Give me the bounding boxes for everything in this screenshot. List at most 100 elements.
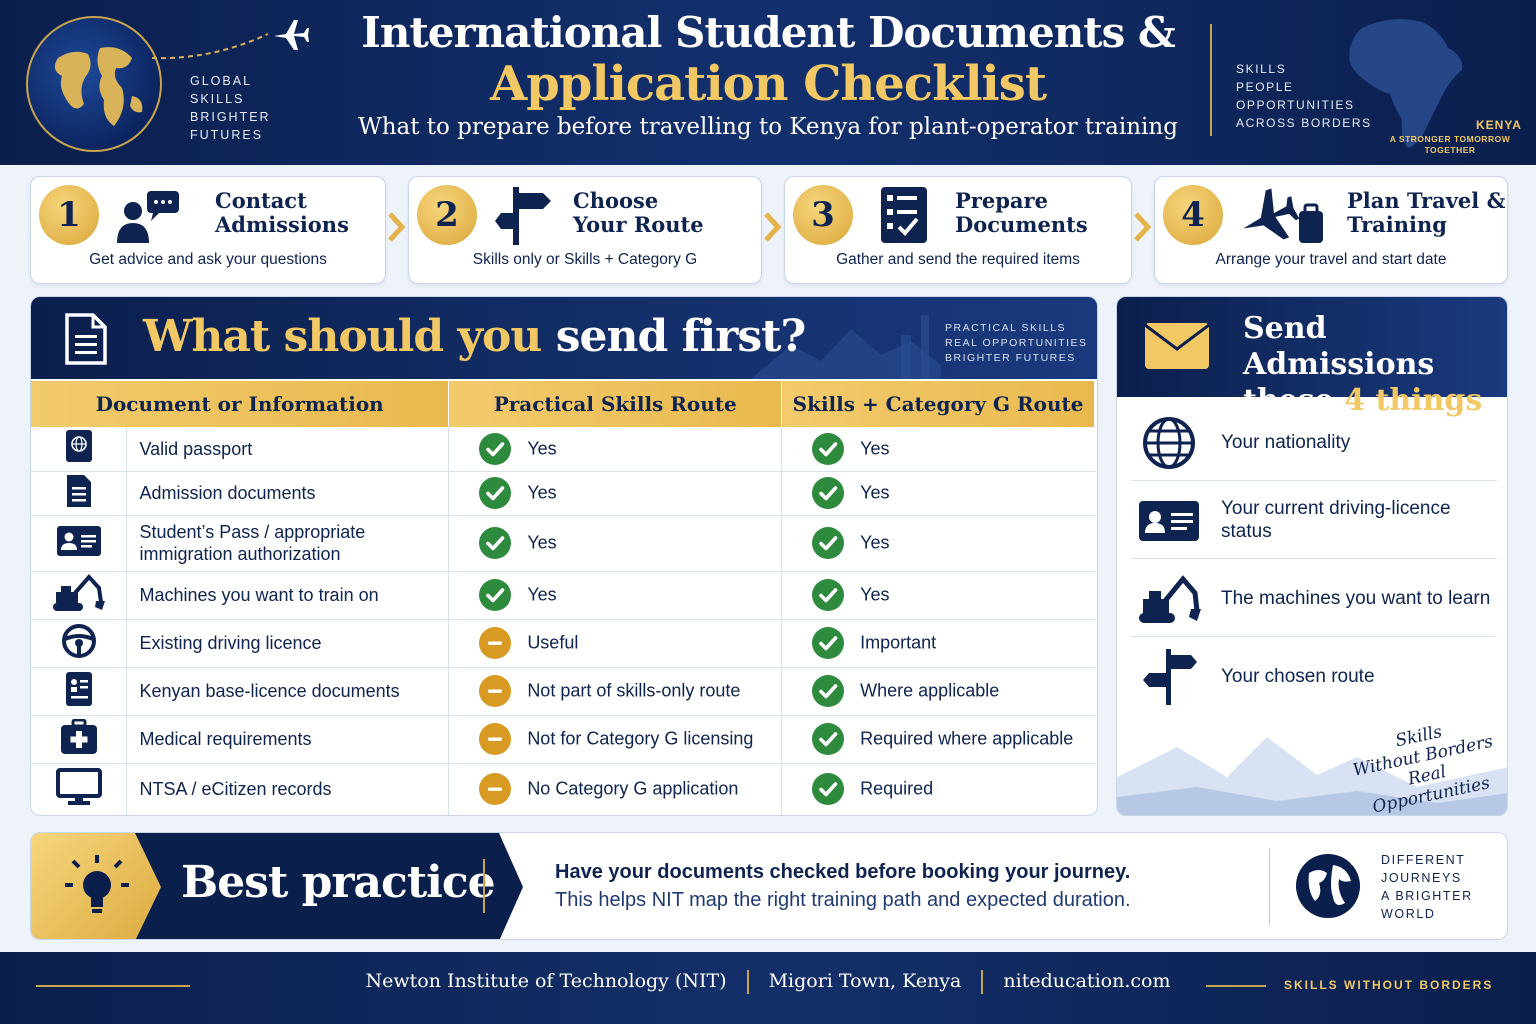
document-name: Existing driving licence bbox=[126, 619, 450, 668]
documents-table: Document or Information Practical Skills… bbox=[31, 381, 1095, 815]
check-icon bbox=[812, 579, 845, 611]
minus-icon bbox=[479, 627, 512, 659]
column-header-document: Document or Information bbox=[31, 381, 450, 427]
status-text: Required where applicable bbox=[860, 728, 1074, 749]
table-row: Student’s Pass / appropriate immigration… bbox=[31, 515, 1095, 572]
step-title: Choose Your Route bbox=[573, 188, 704, 237]
document-icon bbox=[65, 313, 107, 365]
table-row: Admission documents Yes Yes bbox=[31, 471, 1095, 516]
documents-panel-tagline: PRACTICAL SKILLS REAL OPPORTUNITIES BRIG… bbox=[945, 322, 1088, 364]
page-subtitle: What to prepare before travelling to Ken… bbox=[358, 114, 1178, 140]
minus-icon bbox=[479, 773, 512, 805]
kenya-label: KENYA bbox=[1476, 118, 1522, 132]
documents-panel-header: What should you send first? PRACTICAL SK… bbox=[31, 297, 1097, 379]
step-number: 1 bbox=[39, 185, 99, 245]
document-name: Machines you want to train on bbox=[126, 571, 450, 620]
lightbulb-icon bbox=[65, 855, 129, 913]
column-header-skills-route: Practical Skills Route bbox=[448, 381, 783, 427]
checklist-icon bbox=[867, 185, 937, 245]
check-icon bbox=[479, 527, 512, 559]
status-text: Not for Category G licensing bbox=[527, 728, 754, 749]
globe-icon bbox=[1143, 417, 1195, 469]
best-practice-line1: Have your documents checked before booki… bbox=[555, 861, 1131, 883]
best-practice-banner: Best practice Have your documents checke… bbox=[30, 832, 1508, 940]
check-icon bbox=[812, 723, 845, 755]
step-description: Get advice and ask your questions bbox=[89, 251, 327, 268]
footer-institution: Newton Institute of Technology (NIT) bbox=[365, 970, 727, 992]
status-text: No Category G application bbox=[527, 778, 739, 799]
signpost-icon bbox=[491, 185, 561, 245]
footer: Newton Institute of Technology (NIT) Migo… bbox=[0, 952, 1536, 1024]
footer-location: Migori Town, Kenya bbox=[768, 970, 962, 992]
document-name: Kenyan base-licence documents bbox=[126, 667, 450, 716]
check-icon bbox=[812, 773, 845, 805]
licence-doc-icon bbox=[31, 667, 128, 716]
check-icon bbox=[479, 477, 512, 509]
table-row: Valid passport Yes Yes bbox=[31, 427, 1095, 472]
footer-tagline: SKILLS WITHOUT BORDERS bbox=[1284, 978, 1494, 992]
status-text: Yes bbox=[527, 482, 557, 503]
monitor-icon bbox=[31, 763, 128, 815]
step-description: Gather and send the required items bbox=[836, 251, 1080, 268]
header-banner: GLOBAL SKILLS BRIGHTER FUTURES Internati… bbox=[0, 0, 1536, 165]
globe-icon bbox=[1296, 854, 1360, 918]
page-title-line2: Application Checklist bbox=[490, 56, 1047, 112]
footer-website-link[interactable]: niteducation.com bbox=[1003, 970, 1170, 992]
envelope-icon bbox=[1144, 323, 1210, 369]
best-practice-title: Best practice bbox=[181, 857, 496, 908]
document-name: Medical requirements bbox=[126, 715, 450, 764]
status-text: Where applicable bbox=[860, 680, 1000, 701]
step-card-1: 1 Contact Admissions Get advice and ask y… bbox=[30, 176, 386, 284]
id-card-icon bbox=[31, 515, 128, 572]
kenya-tagline: A STRONGER TOMORROW TOGETHER bbox=[1389, 134, 1511, 155]
signpost-icon bbox=[1143, 649, 1197, 705]
check-icon bbox=[812, 675, 845, 707]
admissions-panel-header: Send Admissions these 4 things bbox=[1117, 297, 1507, 418]
chat-person-icon bbox=[113, 185, 183, 245]
document-icon bbox=[31, 471, 128, 516]
status-text: Yes bbox=[860, 482, 890, 503]
document-name: NTSA / eCitizen records bbox=[126, 763, 450, 815]
chevron-right-icon bbox=[1134, 212, 1152, 242]
admissions-item: Your nationality bbox=[1131, 403, 1497, 481]
status-text: Yes bbox=[527, 584, 557, 605]
step-description: Arrange your travel and start date bbox=[1215, 251, 1447, 268]
excavator-icon bbox=[1139, 575, 1201, 623]
check-icon bbox=[812, 432, 845, 465]
globe-icon bbox=[26, 16, 162, 152]
status-text: Required bbox=[860, 778, 934, 799]
admissions-item: Your chosen route bbox=[1131, 637, 1497, 715]
document-name: Student’s Pass / appropriate immigration… bbox=[126, 515, 450, 572]
step-number: 2 bbox=[417, 185, 477, 245]
passport-icon bbox=[31, 427, 128, 472]
table-row: NTSA / eCitizen records No Category G app… bbox=[31, 763, 1095, 815]
check-icon bbox=[812, 627, 845, 659]
step-card-3: 3 Prepare Documents Gather and send the r… bbox=[784, 176, 1132, 284]
check-icon bbox=[479, 579, 512, 611]
status-text: Yes bbox=[860, 584, 890, 605]
table-row: Medical requirements Not for Category G l… bbox=[31, 715, 1095, 764]
step-number: 3 bbox=[793, 185, 853, 245]
status-text: Yes bbox=[527, 532, 557, 553]
step-description: Skills only or Skills + Category G bbox=[472, 251, 698, 268]
minus-icon bbox=[479, 723, 512, 755]
minus-icon bbox=[479, 675, 512, 707]
page-title-line1: International Student Documents & bbox=[361, 8, 1176, 57]
table-row: Kenyan base-licence documents Not part of… bbox=[31, 667, 1095, 716]
step-card-4: 4 Plan Travel & Training Arrange your tra… bbox=[1154, 176, 1508, 284]
status-text: Not part of skills-only route bbox=[527, 680, 741, 701]
status-text: Yes bbox=[860, 532, 890, 553]
column-header-category-g-route: Skills + Category G Route bbox=[781, 381, 1095, 427]
status-text: Important bbox=[860, 632, 937, 653]
header-divider bbox=[1210, 24, 1212, 136]
best-practice-tagline: DIFFERENT JOURNEYS A BRIGHTER WORLD bbox=[1381, 853, 1473, 921]
step-title: Prepare Documents bbox=[955, 188, 1088, 237]
chevron-right-icon bbox=[764, 212, 782, 242]
status-text: Useful bbox=[527, 632, 579, 653]
status-text: Yes bbox=[860, 438, 890, 459]
check-icon bbox=[479, 432, 512, 465]
header-tagline-left: GLOBAL SKILLS BRIGHTER FUTURES bbox=[190, 74, 271, 142]
step-title: Plan Travel & Training bbox=[1347, 188, 1506, 237]
best-practice-line2: This helps NIT map the right training pa… bbox=[555, 889, 1131, 911]
plane-luggage-icon bbox=[1237, 185, 1327, 245]
